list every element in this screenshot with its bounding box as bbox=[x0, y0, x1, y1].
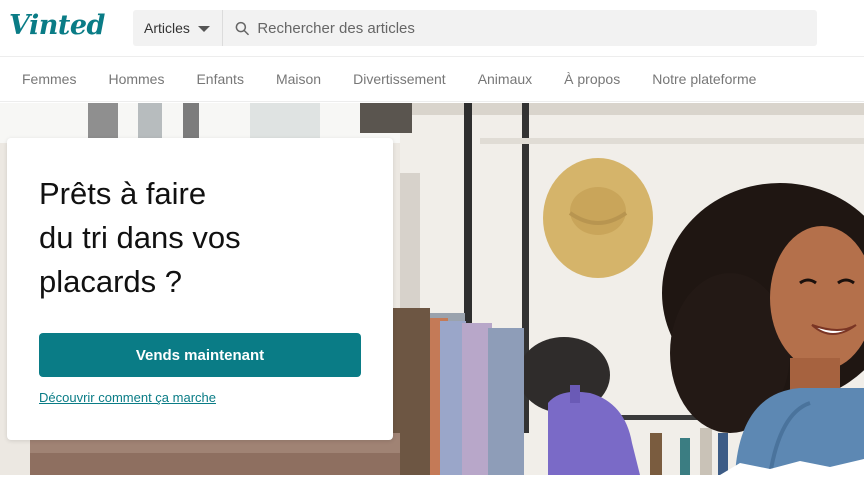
header: Vinted Articles bbox=[0, 0, 864, 56]
nav-item-animaux[interactable]: Animaux bbox=[478, 71, 532, 87]
hero-title-line-3: placards ? bbox=[39, 264, 183, 299]
search-input[interactable] bbox=[257, 19, 817, 37]
category-dropdown[interactable]: Articles bbox=[133, 10, 223, 46]
nav-item-a-propos[interactable]: À propos bbox=[564, 71, 620, 87]
category-label: Articles bbox=[144, 20, 190, 36]
page-bottom-strip bbox=[0, 475, 864, 486]
sell-now-button[interactable]: Vends maintenant bbox=[39, 333, 361, 377]
nav-item-maison[interactable]: Maison bbox=[276, 71, 321, 87]
nav-item-hommes[interactable]: Hommes bbox=[108, 71, 164, 87]
nav-item-enfants[interactable]: Enfants bbox=[196, 71, 243, 87]
hero-title-line-1: Prêts à faire bbox=[39, 176, 207, 211]
nav-item-femmes[interactable]: Femmes bbox=[22, 71, 76, 87]
search-icon bbox=[235, 21, 249, 35]
hero-card: Prêts à faire du tri dans vos placards ?… bbox=[7, 138, 393, 440]
nav-item-notre-plateforme[interactable]: Notre plateforme bbox=[652, 71, 756, 87]
hero-title-line-2: du tri dans vos bbox=[39, 220, 241, 255]
category-nav: Femmes Hommes Enfants Maison Divertissem… bbox=[0, 56, 864, 102]
search-input-wrap bbox=[223, 10, 817, 46]
nav-item-divertissement[interactable]: Divertissement bbox=[353, 71, 446, 87]
vinted-logo[interactable]: Vinted bbox=[9, 10, 105, 41]
chevron-down-icon bbox=[197, 26, 210, 32]
hero-title: Prêts à faire du tri dans vos placards ? bbox=[39, 172, 359, 304]
search-bar: Articles bbox=[133, 10, 817, 46]
how-it-works-link[interactable]: Découvrir comment ça marche bbox=[39, 390, 216, 405]
